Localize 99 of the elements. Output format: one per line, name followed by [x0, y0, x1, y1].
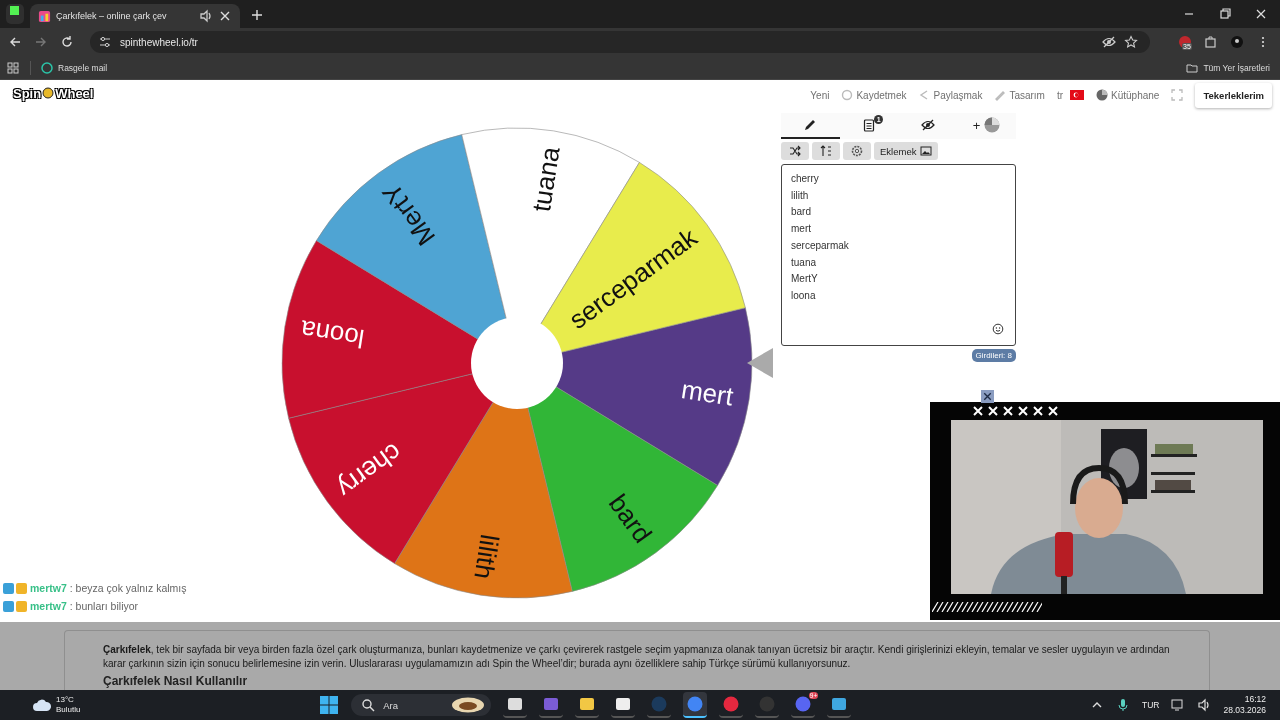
bookmark-item[interactable]: Rasgele mail — [41, 61, 108, 74]
star-icon[interactable] — [1124, 35, 1138, 49]
site-settings-icon[interactable] — [98, 35, 112, 49]
app-icon — [722, 695, 741, 713]
intro-paragraph: Çarkıfelek, tek bir sayfada bir veya birden fazla özel çark oluşturmanıza, bunları kaydetmenize ve çarkı çevirerek rastgele seçim yapmanıza olanak tanıyan ücretsiz bir araçtır. Kendi girişlerinizi ekleyin, temalar ve sesler uygulayın ve ardından karar çarkının sizin için sonucu belirlemesine izin verin. Uluslararası uygulamamızın adı Spin the Wheel’dir; burada aynı özelliklere sahip Türkçe sürümü kullanıyorsunuz. — [103, 643, 1171, 671]
entry-line: loona — [791, 288, 817, 303]
slice-label: lilith — [468, 532, 505, 582]
plus-sign: + — [972, 117, 981, 133]
browser-tab[interactable]: Çarkıfelek – online çark çev — [30, 4, 240, 28]
settings-icon — [851, 145, 863, 157]
search-icon — [361, 698, 376, 712]
app-icon — [614, 695, 633, 713]
reload-icon[interactable] — [60, 35, 74, 49]
all-bookmarks-item[interactable]: Tüm Yer İşaretleri — [1186, 61, 1270, 74]
emoji-icon[interactable] — [992, 323, 1004, 335]
entry-line: mert — [791, 222, 812, 237]
site-logo[interactable]: Spin Wheel — [13, 85, 94, 101]
restore-icon[interactable] — [1218, 7, 1232, 21]
app-icon — [578, 695, 597, 713]
entry-count-badge: Girdileri: 8 — [971, 349, 1016, 362]
extensions-icon[interactable] — [1204, 35, 1218, 49]
wheel-center[interactable] — [471, 317, 563, 409]
app-icon — [506, 695, 525, 713]
slice-label: loona — [298, 314, 367, 354]
entry-line: lilith — [791, 188, 810, 203]
slice-label: mert — [679, 373, 736, 412]
editor-tab[interactable]: + — [957, 113, 1016, 139]
sort-icon — [820, 145, 832, 157]
add-image-button[interactable]: Eklemek — [874, 142, 939, 160]
nav-link[interactable]: Kütüphane — [1096, 89, 1160, 101]
app-icon — [830, 695, 849, 713]
nav-link[interactable]: Yeni — [810, 89, 830, 101]
pencil-icon — [803, 118, 818, 132]
close-icon[interactable] — [218, 9, 232, 23]
chat-badges-icon — [3, 582, 27, 594]
new-tab-icon[interactable] — [250, 8, 264, 22]
site-favicon — [38, 9, 51, 23]
address-bar[interactable]: spinthewheel.io/tr — [90, 31, 1150, 53]
back-icon[interactable] — [8, 35, 22, 49]
app-icon — [650, 695, 669, 713]
start-icon[interactable] — [319, 695, 340, 715]
nav-link[interactable]: Paylaşmak — [918, 89, 983, 101]
image-icon — [920, 145, 933, 157]
taskbar-app-icon[interactable] — [683, 692, 708, 718]
speaker-icon[interactable] — [199, 9, 213, 23]
stripe-pattern-icon — [932, 602, 1042, 612]
entry-line: tuana — [791, 255, 818, 270]
close-icon[interactable] — [981, 390, 994, 403]
entry-line: MertY — [791, 272, 819, 287]
apps-grid-icon[interactable] — [6, 60, 20, 75]
forward-icon[interactable] — [34, 35, 48, 49]
chat-message: : bunları biliyor — [69, 600, 139, 612]
entry-line: serceparmak — [791, 238, 850, 253]
url-text: spinthewheel.io/tr — [120, 36, 198, 48]
app-icon — [686, 695, 705, 713]
pencil-icon — [994, 89, 1007, 101]
profile-icon[interactable] — [1230, 35, 1244, 49]
chat-message: : beyza çok yalnız kalmış — [69, 582, 187, 594]
entries-textarea[interactable]: cherry lilith bard mert serceparmak tuana MertY loona — [781, 164, 1016, 346]
folder-icon — [1186, 61, 1199, 74]
taskbar-search-field[interactable]: Ara — [351, 694, 492, 716]
tab-title: Çarkıfelek – online çark çev — [56, 11, 168, 21]
network-icon[interactable] — [1171, 698, 1186, 712]
flag-icon — [1070, 90, 1085, 100]
cross-pattern-icon — [972, 405, 1058, 417]
slice-label: tuana — [525, 144, 566, 214]
settings-button[interactable] — [843, 142, 871, 160]
shuffle-button[interactable] — [781, 142, 809, 160]
clock[interactable]: 16:12 28.03.2026 — [1223, 694, 1266, 716]
entry-line: cherry — [791, 172, 820, 186]
app-icon — [542, 695, 561, 713]
input-language[interactable]: TUR — [1141, 700, 1160, 710]
clipboard-icon — [862, 118, 877, 132]
entry-line: bard — [791, 205, 812, 220]
temperature-text: 13°C — [56, 695, 75, 705]
shuffle-icon — [789, 145, 801, 157]
microphone-icon[interactable] — [1115, 698, 1130, 712]
eye-off-icon — [920, 118, 935, 132]
sort-button[interactable] — [812, 142, 840, 160]
globe-icon — [41, 61, 53, 74]
chat-username: mertw7 — [30, 582, 67, 594]
tab-search-button[interactable] — [6, 4, 24, 24]
nav-link[interactable]: Tasarım — [994, 89, 1045, 101]
wheel-pointer-icon — [747, 348, 773, 378]
chat-badges-icon — [3, 600, 27, 612]
app-icon — [758, 695, 777, 713]
logo-circle-icon — [42, 87, 55, 99]
chat-username: mertw7 — [30, 600, 67, 612]
save-icon — [841, 89, 854, 101]
my-wheels-button[interactable]: Tekerleklerim — [1195, 82, 1272, 108]
close-icon[interactable] — [1254, 7, 1268, 21]
wheel-icon — [1096, 89, 1109, 101]
section-heading: Çarkıfelek Nasıl Kullanılır — [103, 674, 249, 688]
volume-icon[interactable] — [1197, 698, 1212, 712]
language-selector[interactable]: tr — [1056, 89, 1085, 101]
weather-text: Bulutlu — [56, 705, 81, 715]
wheel-icon — [984, 117, 1001, 133]
nav-link[interactable]: Kaydetmek — [841, 89, 907, 101]
eye-off-icon[interactable] — [1102, 35, 1116, 49]
